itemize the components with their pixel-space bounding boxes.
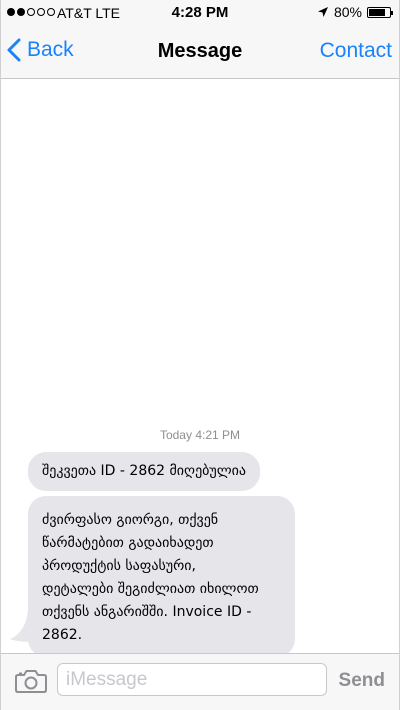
phone-screen: AT&T LTE 4:28 PM 80% Back Message Contac… bbox=[0, 0, 400, 710]
send-button[interactable]: Send bbox=[339, 670, 385, 692]
incoming-message-bubble[interactable]: ძვირფასო გიორგი, თქვენ წარმატებით გადაიხ… bbox=[28, 496, 295, 657]
bubble-tail-icon bbox=[10, 609, 40, 642]
message-thread[interactable]: Today 4:21 PM შეკვეთა ID - 2862 მიღებული… bbox=[1, 79, 399, 657]
incoming-message-bubble[interactable]: შეკვეთა ID - 2862 მიღებულია bbox=[28, 452, 260, 491]
location-arrow-icon bbox=[317, 7, 328, 17]
message-input[interactable] bbox=[57, 663, 327, 696]
battery-icon bbox=[367, 6, 393, 18]
compose-bar: Send bbox=[1, 653, 399, 710]
message-timestamp: Today 4:21 PM bbox=[1, 428, 399, 442]
status-bar: AT&T LTE 4:28 PM 80% bbox=[1, 0, 399, 26]
status-right-group: 80% bbox=[317, 4, 393, 20]
contact-button[interactable]: Contact bbox=[320, 39, 392, 63]
battery-level bbox=[369, 8, 385, 16]
timestamp-time: 4:21 PM bbox=[195, 428, 241, 442]
timestamp-day: Today bbox=[159, 428, 192, 442]
navigation-bar: Back Message Contact bbox=[1, 26, 399, 79]
camera-button[interactable] bbox=[15, 669, 47, 698]
battery-percent: 80% bbox=[333, 4, 362, 20]
camera-icon bbox=[15, 670, 47, 693]
